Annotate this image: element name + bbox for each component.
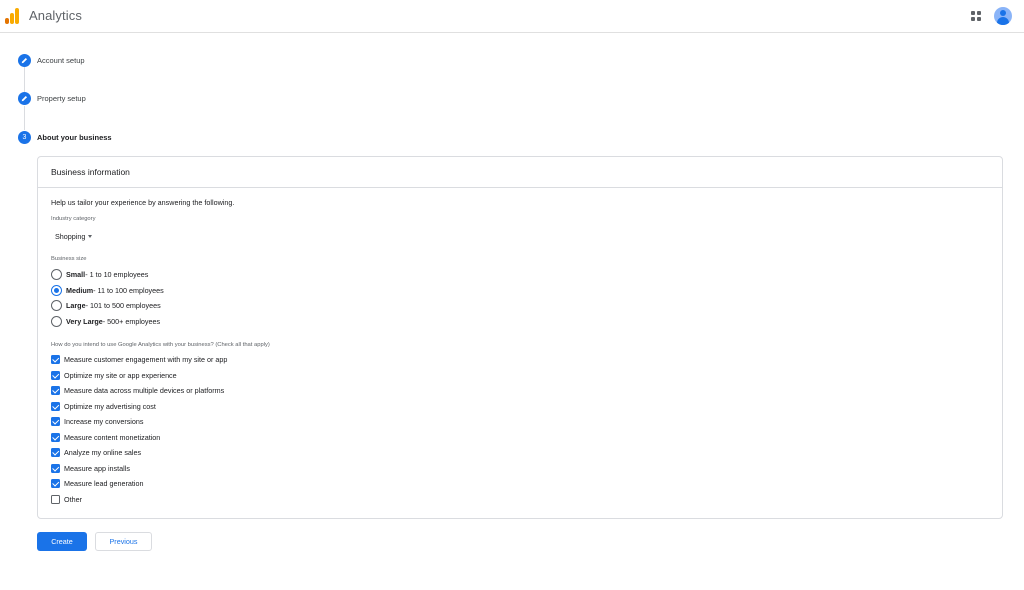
create-button[interactable]: Create (37, 532, 87, 551)
radio-button[interactable] (51, 316, 62, 327)
radio-button[interactable] (51, 285, 62, 296)
radio-option-name: Medium (66, 286, 94, 295)
checkbox-row[interactable]: Optimize my site or app experience (51, 371, 177, 380)
checkbox-row[interactable]: Measure content monetization (51, 433, 160, 442)
checkbox-row[interactable]: Measure lead generation (51, 479, 144, 488)
card-title: Business information (38, 157, 1002, 188)
intro-text: Help us tailor your experience by answer… (51, 198, 235, 207)
checkbox[interactable] (51, 464, 60, 473)
radio-large[interactable]: Large - 101 to 500 employees (51, 300, 161, 311)
checkbox-row[interactable]: Analyze my online sales (51, 448, 141, 457)
checkbox-row[interactable]: Other (51, 495, 82, 504)
radio-option-detail: - 1 to 10 employees (85, 270, 149, 279)
checkbox-label: Measure data across multiple devices or … (64, 386, 225, 395)
step-label: About your business (37, 133, 112, 142)
top-app-bar: Analytics (0, 0, 1024, 33)
checkbox-label: Measure app installs (64, 464, 130, 473)
checkbox-label: Measure lead generation (64, 479, 144, 488)
checkbox-label: Optimize my site or app experience (64, 371, 177, 380)
checkbox-label: Optimize my advertising cost (64, 402, 156, 411)
radio-option-detail: - 500+ employees (102, 317, 161, 326)
step-about-your-business[interactable]: 3 About your business (18, 131, 112, 144)
apps-grid-icon[interactable] (971, 11, 981, 21)
checkbox[interactable] (51, 355, 60, 364)
radio-button[interactable] (51, 300, 62, 311)
checkbox-label: Other (64, 495, 82, 504)
caret-down-icon (88, 235, 93, 238)
analytics-logo-icon[interactable] (5, 8, 19, 24)
checkbox[interactable] (51, 371, 60, 380)
business-size-label: Business size (51, 256, 87, 262)
radio-medium[interactable]: Medium - 11 to 100 employees (51, 285, 164, 296)
checkbox-label: Measure content monetization (64, 433, 161, 442)
industry-category-select[interactable]: Shopping (55, 232, 93, 241)
step-number: 3 (18, 131, 31, 144)
checkbox-label: Measure customer engagement with my site… (64, 355, 228, 364)
checkbox[interactable] (51, 479, 60, 488)
radio-option-name: Large (66, 301, 86, 310)
stepper-connector (24, 106, 25, 130)
step-account-setup[interactable]: Account setup (18, 54, 85, 67)
step-label: Property setup (37, 94, 86, 103)
pencil-icon (18, 92, 31, 105)
radio-small[interactable]: Small - 1 to 10 employees (51, 269, 148, 280)
checkbox[interactable] (51, 433, 60, 442)
checkbox-label: Increase my conversions (64, 417, 144, 426)
checkbox-row[interactable]: Measure app installs (51, 464, 130, 473)
checkbox[interactable] (51, 386, 60, 395)
checkbox-row[interactable]: Measure customer engagement with my site… (51, 355, 227, 364)
step-label: Account setup (37, 56, 85, 65)
pencil-icon (18, 54, 31, 67)
business-information-card: Business information Help us tailor your… (37, 156, 1003, 519)
radio-button[interactable] (51, 269, 62, 280)
account-avatar[interactable] (994, 7, 1012, 25)
radio-option-name: Small (66, 270, 86, 279)
industry-category-label: Industry category (51, 216, 96, 222)
checkbox[interactable] (51, 402, 60, 411)
radio-option-detail: - 101 to 500 employees (85, 301, 161, 310)
checkbox-row[interactable]: Increase my conversions (51, 417, 144, 426)
app-title: Analytics (29, 8, 82, 23)
stepper-connector (24, 67, 25, 92)
checkbox[interactable] (51, 448, 60, 457)
radio-option-name: Very Large (66, 317, 103, 326)
radio-option-detail: - 11 to 100 employees (93, 286, 164, 295)
checkbox[interactable] (51, 417, 60, 426)
step-property-setup[interactable]: Property setup (18, 92, 86, 105)
usage-question-label: How do you intend to use Google Analytic… (51, 342, 270, 348)
previous-button[interactable]: Previous (95, 532, 152, 551)
checkbox[interactable] (51, 495, 60, 504)
checkbox-row[interactable]: Measure data across multiple devices or … (51, 386, 224, 395)
industry-selected-value: Shopping (55, 232, 86, 241)
checkbox-label: Analyze my online sales (64, 448, 142, 457)
radio-very-large[interactable]: Very Large - 500+ employees (51, 316, 160, 327)
checkbox-row[interactable]: Optimize my advertising cost (51, 402, 156, 411)
